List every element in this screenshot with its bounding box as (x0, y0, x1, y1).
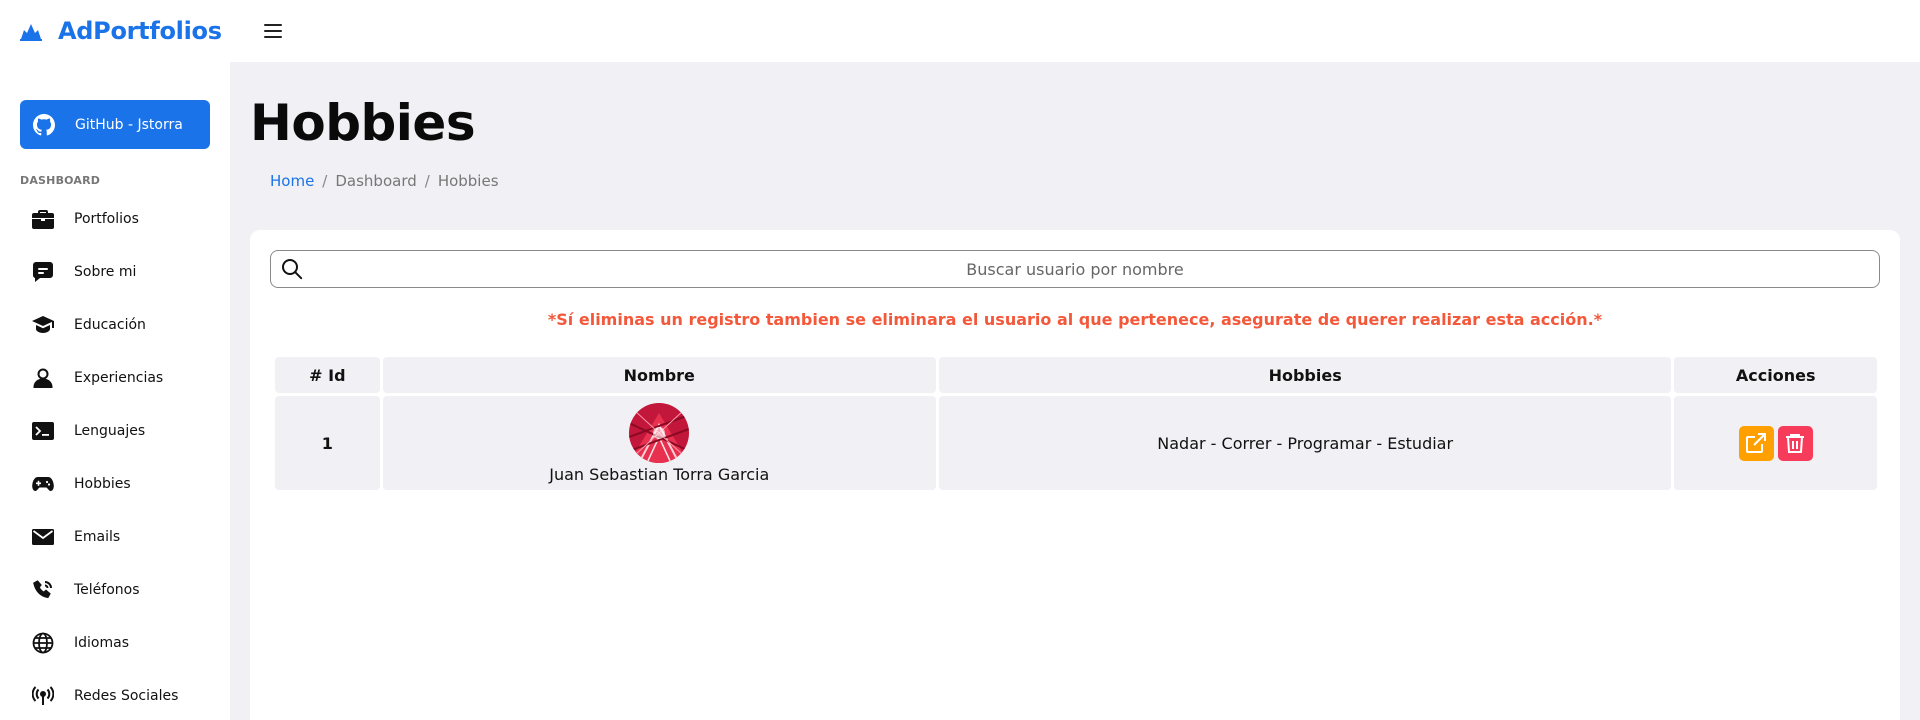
search-box (270, 250, 1880, 288)
github-button-label: GitHub - Jstorra (75, 116, 183, 133)
brand-name: AdPortfolios (58, 17, 222, 45)
breadcrumb-current: Hobbies (437, 172, 499, 190)
top-bar: AdPortfolios (0, 0, 1920, 62)
sidebar-item-hobbies[interactable]: Hobbies (0, 457, 230, 510)
table-row: 1 Juan Sebastian Torra Garcia Nadar - Co… (275, 396, 1877, 490)
edit-button[interactable] (1738, 425, 1774, 461)
sidebar: GitHub - Jstorra DASHBOARD Portfolios So… (0, 62, 230, 720)
row-user: Juan Sebastian Torra Garcia (382, 396, 936, 490)
sidebar-item-label: Experiencias (74, 369, 164, 386)
table-header-row: # Id Nombre Hobbies Acciones (275, 357, 1877, 393)
breadcrumb: Home / Dashboard / Hobbies (270, 172, 499, 190)
sidebar-item-label: Redes Sociales (74, 687, 179, 704)
sidebar-item-portfolios[interactable]: Portfolios (0, 192, 230, 245)
sidebar-item-telefonos[interactable]: Teléfonos (0, 563, 230, 616)
phone-icon (32, 579, 54, 601)
sidebar-section-label: DASHBOARD (20, 174, 101, 187)
github-button[interactable]: GitHub - Jstorra (20, 100, 210, 149)
graduation-cap-icon (32, 314, 54, 336)
envelope-icon (32, 526, 54, 548)
globe-icon (32, 632, 54, 654)
column-header-acciones: Acciones (1674, 357, 1877, 393)
delete-button[interactable] (1777, 425, 1813, 461)
row-hobbies: Nadar - Correr - Programar - Estudiar (938, 396, 1672, 490)
sidebar-item-educacion[interactable]: Educación (0, 298, 230, 351)
hobbies-table: # Id Nombre Hobbies Acciones 1 Juan Seba… (272, 354, 1880, 493)
sidebar-item-label: Emails (74, 528, 121, 545)
person-icon (32, 367, 54, 389)
menu-toggle-icon[interactable] (263, 24, 282, 38)
sidebar-item-redes-sociales[interactable]: Redes Sociales (0, 669, 230, 720)
sidebar-item-sobre-mi[interactable]: Sobre mi (0, 245, 230, 298)
gamepad-icon (32, 473, 54, 495)
column-header-nombre: Nombre (382, 357, 936, 393)
row-id: 1 (275, 396, 380, 490)
breadcrumb-dashboard: Dashboard (335, 172, 417, 190)
sidebar-item-label: Idiomas (74, 634, 129, 651)
hobbies-card: *Sí eliminas un registro tambien se elim… (250, 230, 1900, 720)
breadcrumb-separator: / (424, 172, 430, 190)
column-header-id: # Id (275, 357, 380, 393)
breadcrumb-home-link[interactable]: Home (270, 172, 314, 190)
sidebar-item-idiomas[interactable]: Idiomas (0, 616, 230, 669)
github-icon (33, 113, 55, 135)
column-header-hobbies: Hobbies (938, 357, 1672, 393)
sidebar-nav: Portfolios Sobre mi Educación Experienci… (0, 192, 230, 720)
sidebar-item-label: Hobbies (74, 475, 131, 492)
brand[interactable]: AdPortfolios (20, 17, 222, 45)
sidebar-item-lenguajes[interactable]: Lenguajes (0, 404, 230, 457)
logo-icon (20, 24, 42, 41)
briefcase-icon (32, 208, 54, 230)
sidebar-item-label: Sobre mi (74, 263, 137, 280)
breadcrumb-separator: / (322, 172, 328, 190)
sidebar-item-label: Teléfonos (74, 581, 140, 598)
delete-warning: *Sí eliminas un registro tambien se elim… (547, 310, 1603, 329)
chat-square-icon (32, 261, 54, 283)
sidebar-item-label: Portfolios (74, 210, 139, 227)
page-title: Hobbies (250, 94, 476, 152)
row-actions (1674, 396, 1877, 490)
trash-icon (1786, 434, 1805, 453)
external-link-icon (1746, 433, 1767, 453)
sidebar-item-experiencias[interactable]: Experiencias (0, 351, 230, 404)
broadcast-icon (32, 685, 54, 707)
sidebar-item-label: Educación (74, 316, 146, 333)
search-input[interactable] (303, 251, 1847, 287)
user-name: Juan Sebastian Torra Garcia (549, 464, 770, 484)
search-icon (282, 259, 303, 280)
sidebar-item-emails[interactable]: Emails (0, 510, 230, 563)
terminal-icon (32, 420, 54, 442)
avatar (629, 402, 690, 463)
sidebar-item-label: Lenguajes (74, 422, 146, 439)
main-content: Hobbies Home / Dashboard / Hobbies *Sí e… (250, 62, 1900, 720)
